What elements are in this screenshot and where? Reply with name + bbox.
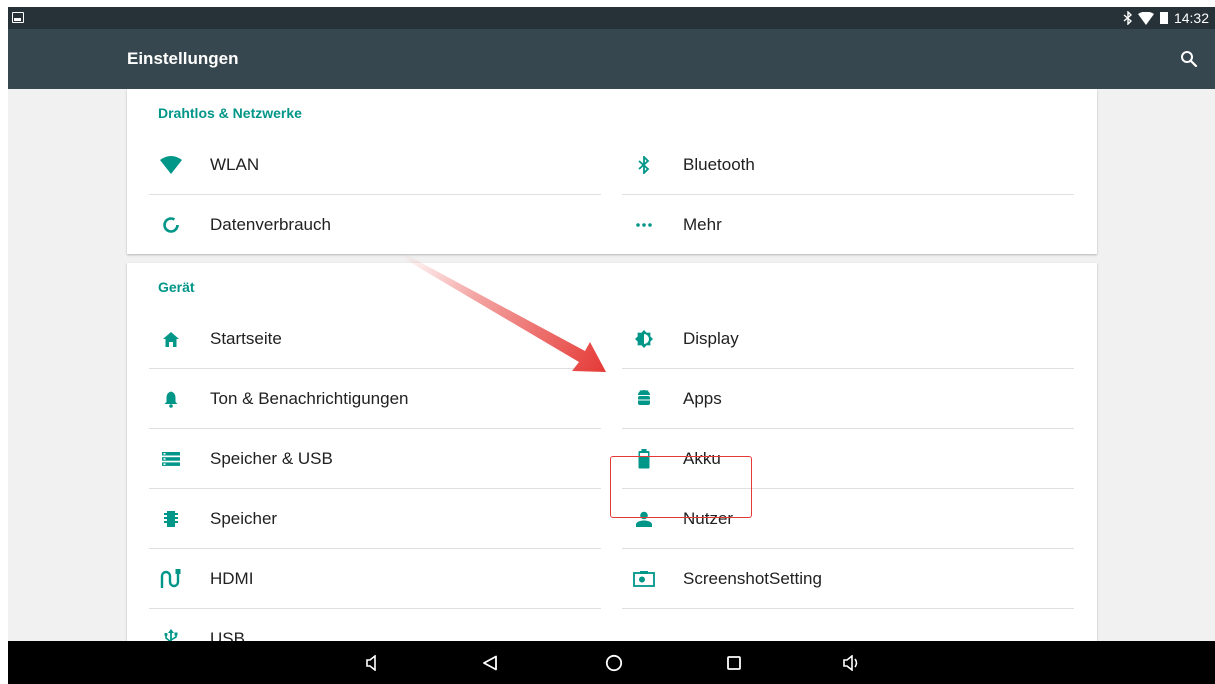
setting-item-display[interactable]: Display <box>622 309 1072 369</box>
setting-item-more[interactable]: Mehr <box>622 195 1072 255</box>
setting-item-hdmi[interactable]: HDMI <box>149 549 599 609</box>
setting-label: Mehr <box>683 215 722 234</box>
setting-label: Apps <box>683 389 722 408</box>
back-icon <box>483 655 497 671</box>
screenshot-icon <box>632 567 656 591</box>
search-button[interactable] <box>1177 47 1201 71</box>
data-usage-icon <box>159 213 183 237</box>
setting-item-apps[interactable]: Apps <box>622 369 1072 429</box>
setting-item-screenshot[interactable]: ScreenshotSetting <box>622 549 1072 609</box>
home-icon <box>159 327 183 351</box>
more-icon <box>632 213 656 237</box>
setting-label: WLAN <box>210 155 260 174</box>
brightness-icon <box>632 327 656 351</box>
android-icon <box>632 387 656 411</box>
section-header: Gerät <box>158 279 195 295</box>
setting-label: Speicher & USB <box>210 449 333 468</box>
section-header: Drahtlos & Netzwerke <box>158 105 302 121</box>
bell-icon <box>159 387 183 411</box>
volume-up-button[interactable] <box>841 651 865 675</box>
volume-down-button[interactable] <box>361 651 385 675</box>
setting-item-storage-usb[interactable]: Speicher & USB <box>149 429 599 489</box>
status-icons: 14:32 <box>1123 9 1209 27</box>
setting-item-wlan[interactable]: WLAN <box>149 135 599 195</box>
setting-label: Datenverbrauch <box>210 215 331 234</box>
search-icon <box>1181 51 1198 68</box>
setting-item-sound[interactable]: Ton & Benachrichtigungen <box>149 369 599 429</box>
setting-label: Bluetooth <box>683 155 755 174</box>
app-bar: Einstellungen <box>8 29 1215 89</box>
settings-list[interactable]: Drahtlos & Netzwerke WLAN Bluetooth Date… <box>8 89 1215 641</box>
setting-label: Startseite <box>210 329 282 348</box>
recent-apps-button[interactable] <box>722 651 746 675</box>
home-circle-icon <box>605 654 623 672</box>
usb-icon <box>159 627 183 641</box>
setting-label: Display <box>683 329 739 348</box>
setting-item-bluetooth[interactable]: Bluetooth <box>622 135 1072 195</box>
apps-highlight-box <box>610 456 752 518</box>
image-notification-icon <box>12 12 24 23</box>
setting-item-usb[interactable]: USB <box>149 609 599 641</box>
home-button[interactable] <box>602 651 626 675</box>
bluetooth-status-icon <box>1123 11 1133 25</box>
section-device: Gerät Startseite Display Ton & Benachric… <box>127 263 1097 641</box>
setting-label: ScreenshotSetting <box>683 569 822 588</box>
bluetooth-icon <box>632 153 656 177</box>
setting-label: Ton & Benachrichtigungen <box>210 389 409 408</box>
setting-label: Speicher <box>210 509 278 528</box>
wifi-icon <box>159 153 183 177</box>
recent-apps-icon <box>727 656 741 670</box>
memory-icon <box>159 507 183 531</box>
status-bar: 14:32 <box>8 7 1215 29</box>
section-wireless-networks: Drahtlos & Netzwerke WLAN Bluetooth Date… <box>127 89 1097 254</box>
setting-item-data-usage[interactable]: Datenverbrauch <box>149 195 599 255</box>
battery-status-icon <box>1159 11 1169 25</box>
volume-up-icon <box>843 655 858 671</box>
setting-label: HDMI <box>210 569 254 588</box>
setting-item-home[interactable]: Startseite <box>149 309 599 369</box>
setting-item-memory[interactable]: Speicher <box>149 489 599 549</box>
wifi-status-icon <box>1137 11 1154 25</box>
storage-icon <box>159 447 183 471</box>
back-button[interactable] <box>478 651 502 675</box>
divider <box>622 608 1074 609</box>
page-title: Einstellungen <box>127 49 239 68</box>
volume-down-icon <box>366 655 376 671</box>
hdmi-icon <box>159 567 183 591</box>
setting-label: USB <box>210 629 245 641</box>
status-time: 14:32 <box>1173 10 1209 26</box>
navigation-bar <box>8 641 1215 684</box>
